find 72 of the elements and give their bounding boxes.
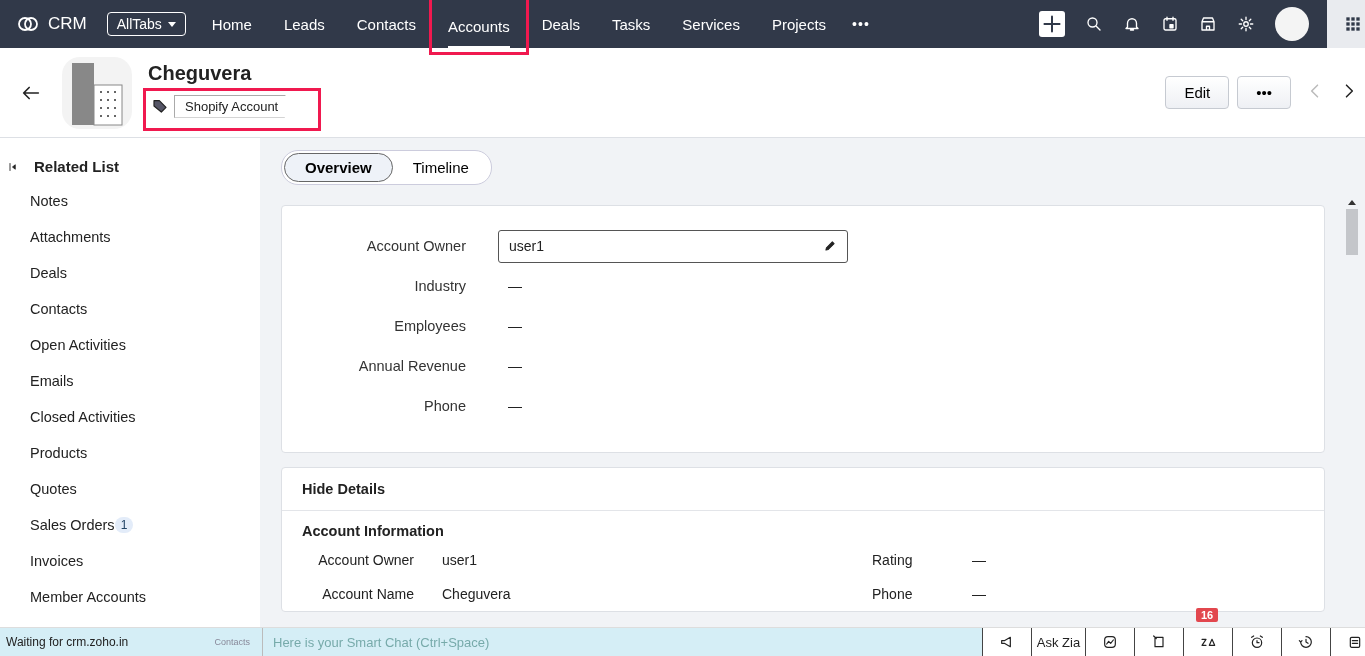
nav-tab[interactable]: Leads <box>267 0 341 48</box>
related-list-item[interactable]: Invoices <box>0 543 84 579</box>
plus-icon[interactable] <box>1039 11 1065 37</box>
alarm-clock-icon[interactable] <box>1249 634 1265 650</box>
field-value: — <box>507 278 522 294</box>
smart-chat-field[interactable]: Here is your Smart Chat (Ctrl+Space) <box>262 628 982 656</box>
history-icon[interactable] <box>1298 634 1314 650</box>
field-label: Employees <box>393 318 466 334</box>
caret-icon <box>167 21 176 27</box>
notification-badge: 16 <box>1196 608 1219 622</box>
archive-icon[interactable] <box>1347 634 1363 650</box>
related-list-item[interactable]: Contacts <box>0 291 88 327</box>
status-text: Waiting for crm.zoho.in <box>6 635 129 649</box>
field-value: — <box>507 358 522 374</box>
tag-icon[interactable] <box>152 98 168 114</box>
field-label: Phone <box>872 586 914 602</box>
section-title: Account Information <box>301 522 445 541</box>
related-list-item[interactable]: Member Accounts <box>0 579 147 615</box>
field-label: Phone <box>423 398 466 414</box>
nav-tab[interactable]: Accounts <box>431 0 526 52</box>
calendar-icon[interactable] <box>1161 15 1179 33</box>
field-value: user1 <box>442 552 479 568</box>
chart-icon[interactable] <box>1102 634 1118 650</box>
nav-tab[interactable]: Services <box>666 0 756 48</box>
related-list-item[interactable]: Closed Activities <box>0 399 136 435</box>
edit-button[interactable]: Edit <box>1165 76 1230 109</box>
hide-details-toggle[interactable]: Hide Details <box>282 468 1324 511</box>
logo-text: CRM <box>48 14 87 34</box>
field-value: — <box>972 552 987 568</box>
search-icon[interactable] <box>1085 15 1103 33</box>
related-list-item[interactable]: Products <box>0 435 88 471</box>
nav-tab[interactable]: Deals <box>525 0 596 48</box>
field-label: Account Name <box>321 586 415 602</box>
field-value: — <box>507 318 522 334</box>
related-list-item[interactable]: Sales Orders <box>0 507 115 543</box>
more-tabs-button[interactable]: ••• <box>842 16 880 32</box>
more-actions-button[interactable]: ••• <box>1237 76 1291 109</box>
pencil-icon[interactable] <box>823 239 837 253</box>
record-name: Cheguvera <box>148 61 253 85</box>
related-list-item[interactable]: Attachments <box>0 219 111 255</box>
scroll-up-icon[interactable] <box>1348 200 1356 205</box>
related-list-item[interactable]: Deals <box>0 255 68 291</box>
bell-icon[interactable] <box>1123 15 1141 33</box>
field-value: — <box>972 586 987 602</box>
nav-tab[interactable]: Home <box>195 0 268 48</box>
related-list-item[interactable]: Quotes <box>0 471 77 507</box>
owner-field[interactable]: user1 <box>498 229 848 263</box>
related-list-title: Related List <box>34 158 120 175</box>
nav-tab[interactable]: Projects <box>755 0 843 48</box>
building-icon <box>62 56 132 129</box>
store-icon[interactable] <box>1199 15 1217 33</box>
field-value: Cheguvera <box>442 586 512 602</box>
scrollbar-thumb[interactable] <box>1346 209 1358 255</box>
all-tabs-dropdown[interactable]: AllTabs <box>106 12 186 36</box>
count-badge: 1 <box>114 517 134 533</box>
field-value: — <box>507 398 522 414</box>
field-label: Annual Revenue <box>357 358 466 374</box>
view-tab[interactable]: Timeline <box>392 153 489 182</box>
view-tab[interactable]: Overview <box>284 153 393 182</box>
field-label: Account Owner <box>365 238 466 254</box>
field-label: Rating <box>872 552 914 568</box>
apps-grid-icon[interactable] <box>1343 14 1363 34</box>
note-icon[interactable] <box>1151 634 1167 650</box>
user-avatar[interactable] <box>1275 7 1309 41</box>
nav-tab[interactable]: Contacts <box>340 0 432 48</box>
field-label: Account Owner <box>317 552 415 568</box>
settings-icon[interactable] <box>1237 15 1255 33</box>
field-label: Industry <box>413 278 466 294</box>
related-list-item[interactable]: Open Activities <box>0 327 126 363</box>
related-list-item[interactable]: Notes <box>0 183 68 219</box>
nav-tab[interactable]: Tasks <box>596 0 667 48</box>
related-list-item[interactable]: Emails <box>0 363 74 399</box>
